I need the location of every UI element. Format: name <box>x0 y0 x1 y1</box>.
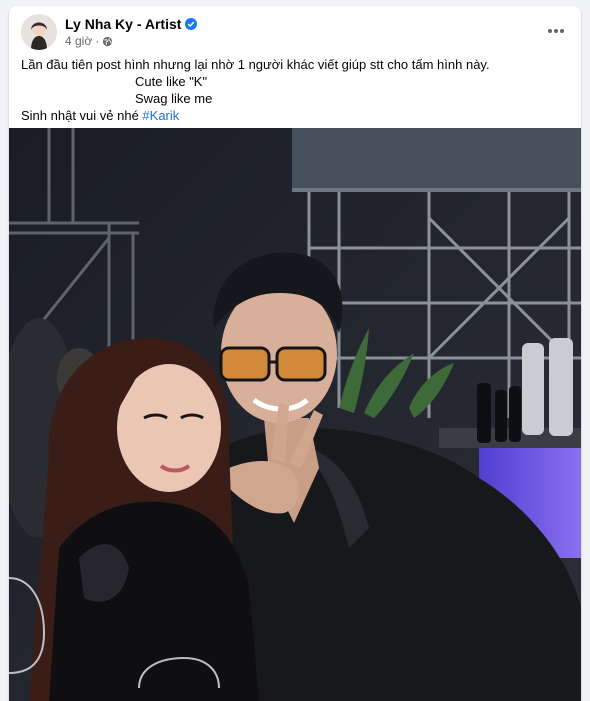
post-line-1: Lần đầu tiên post hình nhưng lại nhờ 1 n… <box>21 57 490 72</box>
more-options-button[interactable] <box>541 16 571 46</box>
post-text: Lần đầu tiên post hình nhưng lại nhờ 1 n… <box>21 56 569 124</box>
post-card: Ly Nha Ky - Artist 4 giờ · Lần đầu tiên … <box>9 6 581 701</box>
hashtag-link[interactable]: #Karik <box>142 108 179 123</box>
post-line-3: Swag like me <box>135 91 213 106</box>
author-name[interactable]: Ly Nha Ky - Artist <box>65 16 181 32</box>
post-header: Ly Nha Ky - Artist 4 giờ · <box>9 6 581 56</box>
post-timestamp[interactable]: 4 giờ <box>65 34 92 48</box>
verified-badge-icon <box>185 18 198 30</box>
meta-separator: · <box>95 34 100 48</box>
post-line-2: Cute like "K" <box>135 74 208 89</box>
post-line-4: Sinh nhật vui vẻ nhé #Karik <box>21 107 569 124</box>
post-photo[interactable] <box>9 128 581 701</box>
more-options-icon <box>548 29 564 33</box>
author-avatar[interactable] <box>21 14 57 50</box>
globe-icon[interactable] <box>102 36 113 47</box>
post-line-4-text: Sinh nhật vui vẻ nhé <box>21 108 143 123</box>
